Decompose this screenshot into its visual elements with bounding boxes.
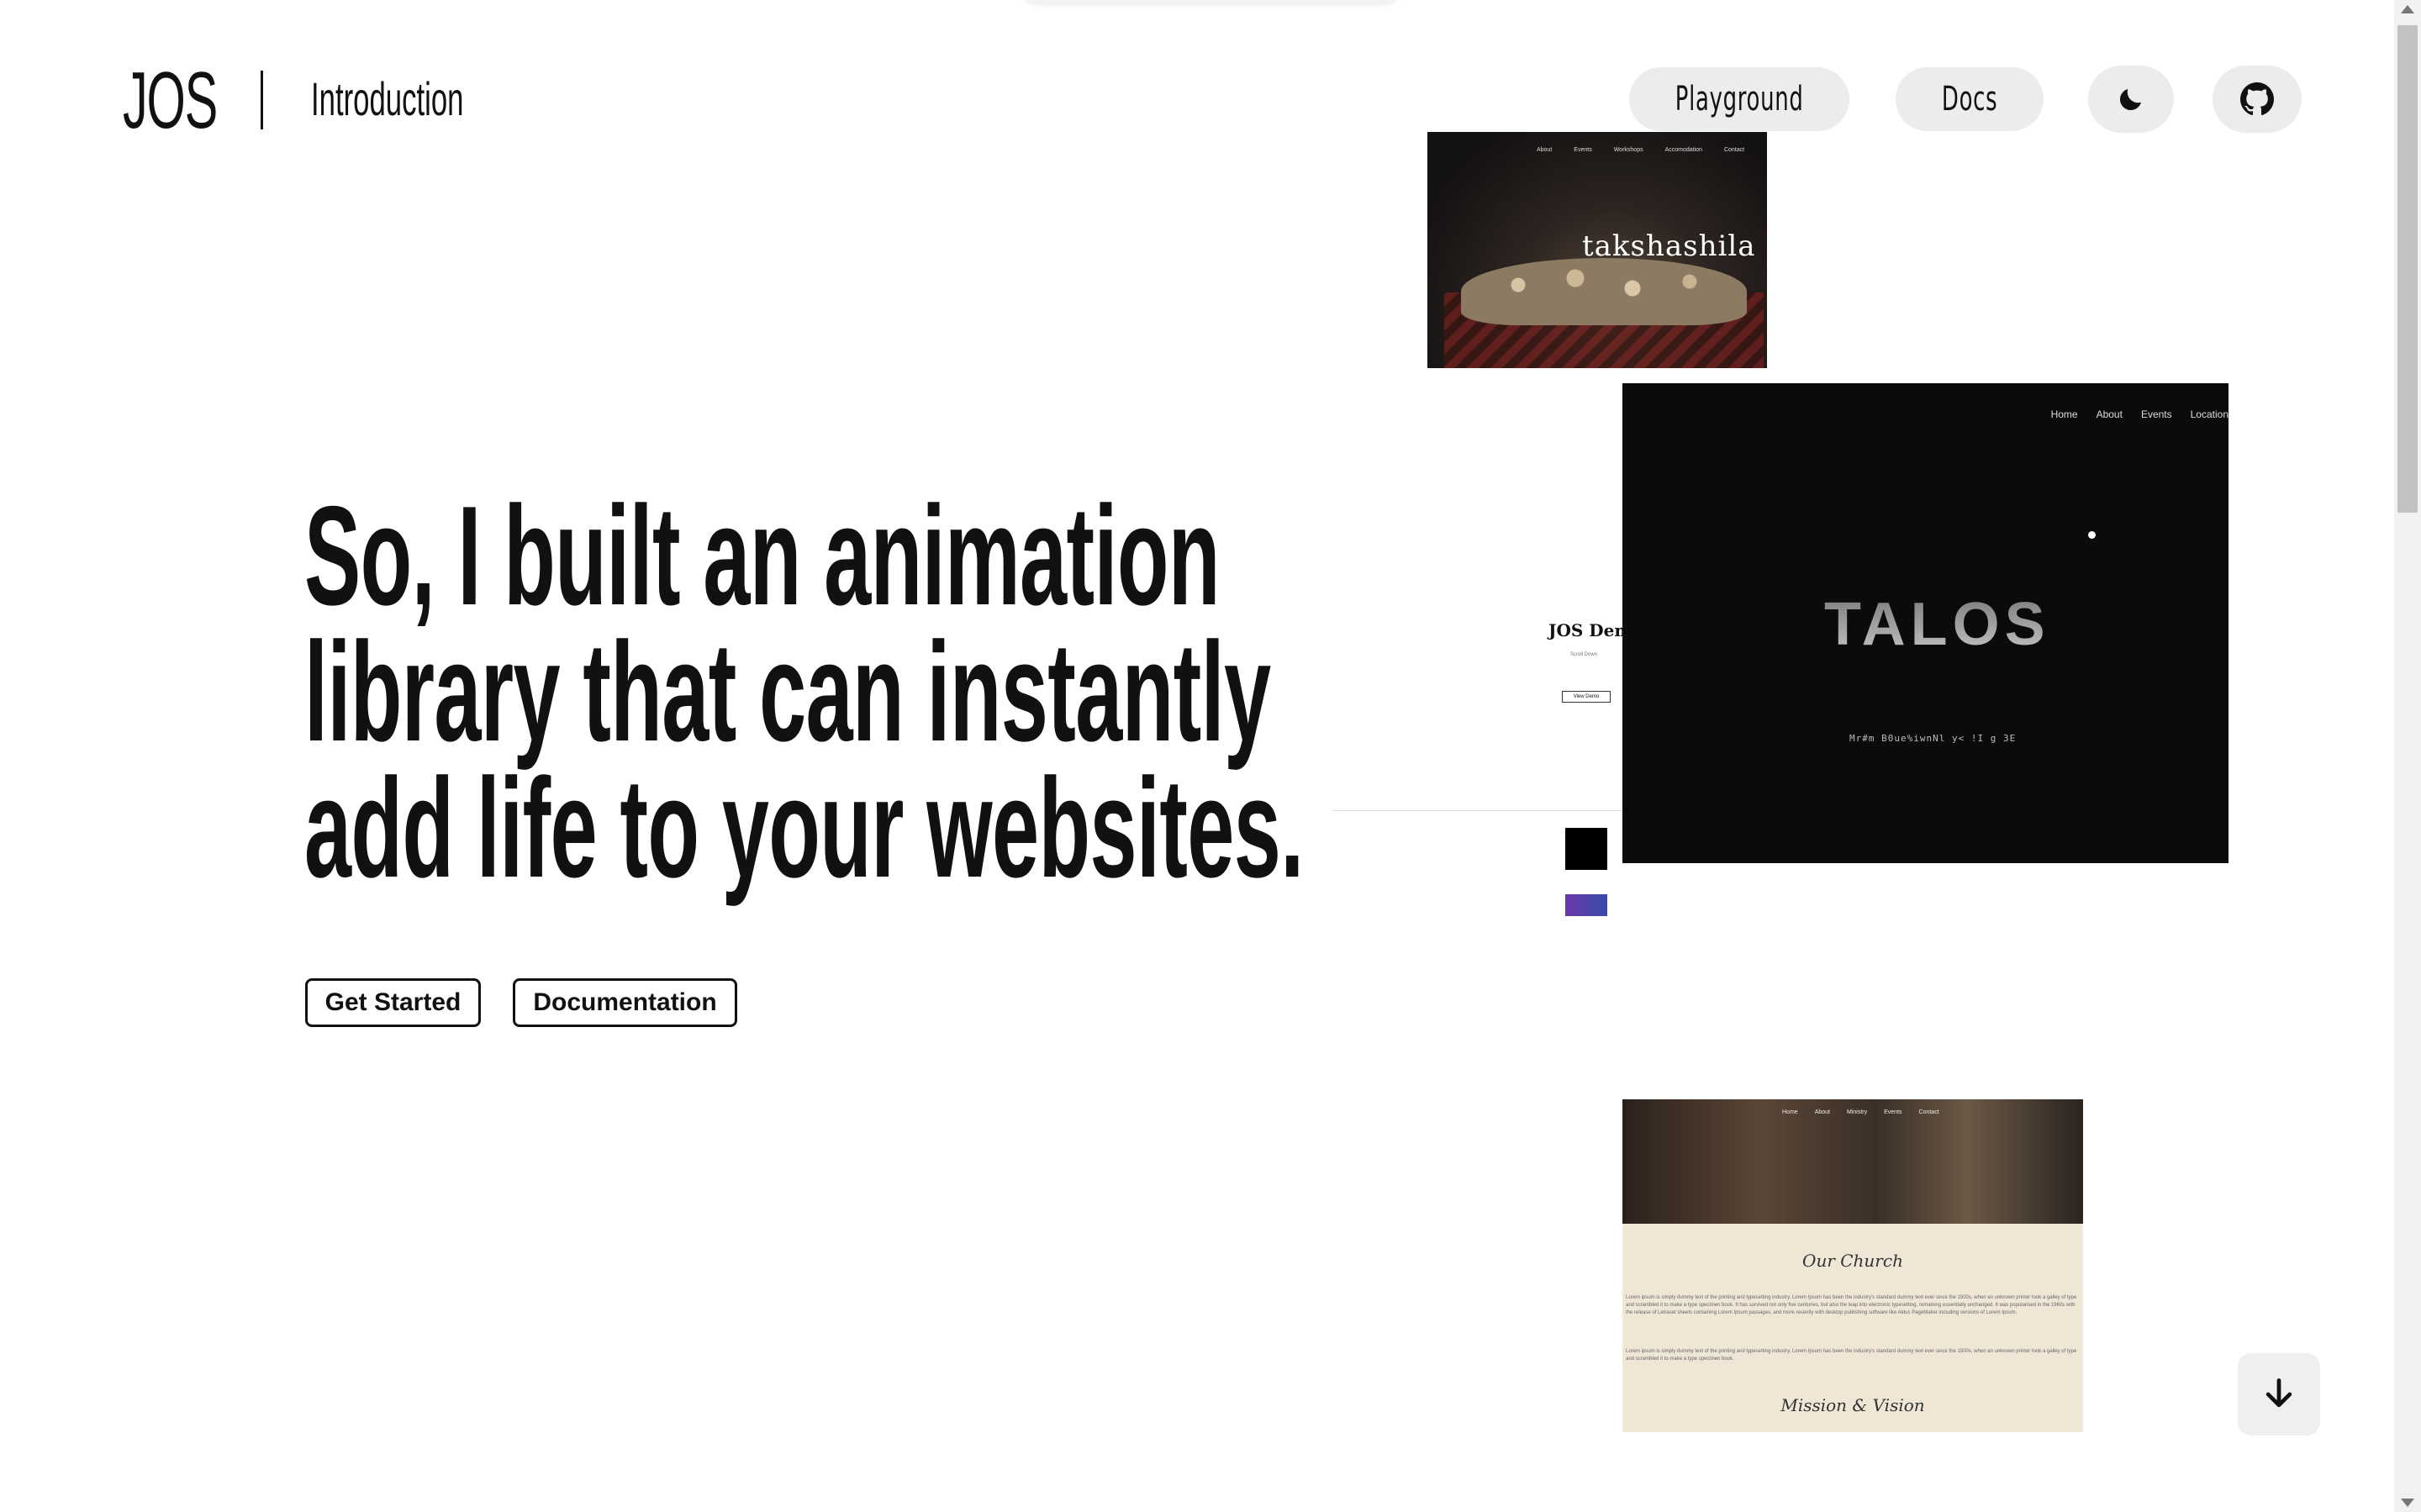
moon-icon <box>2119 89 2141 111</box>
church-nav-item: Ministry <box>1846 1109 1868 1115</box>
church-nav-item: Home <box>1782 1109 1798 1115</box>
hero-heading-line-2: library that can instantly <box>304 613 1271 771</box>
github-icon <box>2240 82 2274 116</box>
takshashila-nav-item: About <box>1537 147 1553 153</box>
scrollbar-thumb[interactable] <box>2397 25 2418 513</box>
talos-nav: Home About Events Location <box>2051 408 2228 420</box>
showcase-takshashila[interactable]: About Events Workshops Accomodation Cont… <box>1427 132 1767 368</box>
github-button[interactable] <box>2213 66 2302 133</box>
scroll-up-arrow-icon[interactable] <box>2401 5 2414 13</box>
takshashila-nav: About Events Workshops Accomodation Cont… <box>1537 147 1744 153</box>
popcorn-image <box>1461 258 1747 325</box>
church-paragraph-2: Lorem ipsum is simply dummy text of the … <box>1626 1349 2077 1362</box>
talos-subtitle: Mr#m B0ue%iwnNl y< !I g 3E <box>1849 733 2017 744</box>
church-heading-our-church: Our Church <box>1802 1251 1903 1271</box>
divider-line <box>1333 810 1622 811</box>
top-notch <box>1021 0 1400 3</box>
documentation-button[interactable]: Documentation <box>513 978 737 1027</box>
showcase-talos[interactable]: Home About Events Location TALOS Mr#m B0… <box>1622 383 2228 863</box>
nav-docs-button[interactable]: Docs <box>1896 67 2044 131</box>
nav-playground-button[interactable]: Playground <box>1629 67 1849 131</box>
scroll-down-button[interactable] <box>2238 1353 2320 1436</box>
theme-toggle-button[interactable] <box>2088 66 2174 133</box>
takshashila-nav-item: Accomodation <box>1664 147 1702 153</box>
nav-docs-label: Docs <box>1941 80 1998 119</box>
site-header: JOS Introduction Playground Docs <box>0 0 2394 202</box>
church-nav-item: About <box>1814 1109 1830 1115</box>
hero-heading-line-1: So, I built an animation <box>304 477 1220 635</box>
church-paragraph-1: Lorem ipsum is simply dummy text of the … <box>1626 1295 2077 1315</box>
get-started-button[interactable]: Get Started <box>305 978 481 1027</box>
arrow-down-icon <box>2265 1378 2292 1408</box>
jos-demo-button: View Demo <box>1562 691 1611 703</box>
takshashila-nav-item: Events <box>1574 147 1592 153</box>
page-scrollbar[interactable] <box>2394 0 2421 1512</box>
church-hero-photo <box>1622 1099 2083 1224</box>
talos-nav-item: Events <box>2140 408 2172 420</box>
demo-gradient-bar <box>1565 894 1607 916</box>
hero-heading-line-3: add life to your websites. <box>304 749 1304 907</box>
page-breadcrumb: Introduction <box>311 72 464 125</box>
logo[interactable]: JOS <box>123 61 218 141</box>
scroll-down-arrow-icon[interactable] <box>2401 1499 2414 1507</box>
jos-demo-subtitle: Scroll Down <box>1570 652 1598 657</box>
demo-black-square <box>1565 828 1607 870</box>
takshashila-nav-item: Workshops <box>1613 147 1643 153</box>
hero: So, I built an animation library that ca… <box>304 477 1304 907</box>
church-heading-mission: Mission & Vision <box>1780 1395 1925 1415</box>
talos-nav-item: Home <box>2050 408 2078 420</box>
church-nav-item: Events <box>1884 1109 1902 1115</box>
showcase-church[interactable]: Home About Ministry Events Contact Our C… <box>1622 1099 2083 1432</box>
church-nav: Home About Ministry Events Contact <box>1782 1109 1939 1115</box>
talos-nav-item: About <box>2096 408 2123 420</box>
church-nav-item: Contact <box>1918 1109 1939 1115</box>
takshashila-title: takshashila <box>1582 229 1756 263</box>
talos-nav-item: Location <box>2190 408 2228 420</box>
nav-playground-label: Playground <box>1675 80 1804 119</box>
talos-cursor-dot <box>2088 531 2096 539</box>
talos-title: TALOS <box>1824 591 2050 658</box>
logo-divider <box>261 71 263 129</box>
takshashila-nav-item: Contact <box>1723 147 1745 153</box>
